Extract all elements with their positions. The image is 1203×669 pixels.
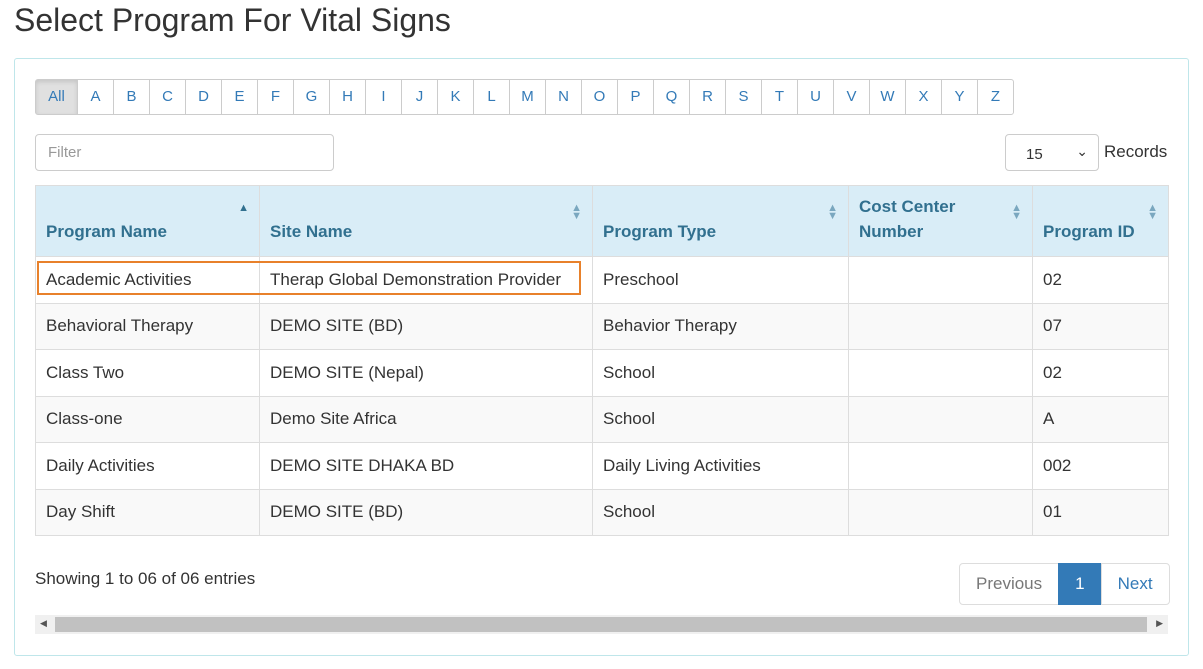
alpha-filter-y[interactable]: Y bbox=[941, 79, 978, 115]
table-row[interactable]: Class Two DEMO SITE (Nepal) School 02 bbox=[35, 349, 1169, 397]
table-row[interactable]: Day Shift DEMO SITE (BD) School 01 bbox=[35, 488, 1169, 536]
alpha-filter-b[interactable]: B bbox=[113, 79, 150, 115]
table-cell: Day Shift bbox=[35, 488, 260, 536]
column-header[interactable]: Program Name ▲ bbox=[35, 185, 260, 257]
alpha-filter-c[interactable]: C bbox=[149, 79, 186, 115]
alphabet-filter: All A B C D E F G H I J K L M N O P Q R S T U V W X Y Z bbox=[35, 79, 1014, 115]
sort-icon: ▲ ▼ bbox=[1011, 202, 1022, 222]
alpha-filter-e[interactable]: E bbox=[221, 79, 258, 115]
table-cell: DEMO SITE DHAKA BD bbox=[259, 442, 593, 490]
table-cell bbox=[848, 349, 1033, 397]
records-label: Records bbox=[1104, 142, 1168, 161]
alpha-filter-n[interactable]: N bbox=[545, 79, 582, 115]
table-cell: Preschool bbox=[592, 256, 849, 304]
table-cell: 07 bbox=[1032, 302, 1169, 350]
table-cell: Daily Activities bbox=[35, 442, 260, 490]
scrollbar-thumb[interactable] bbox=[55, 617, 1147, 632]
table-cell: 02 bbox=[1032, 349, 1169, 397]
table-cell: Behavioral Therapy bbox=[35, 302, 260, 350]
table-row[interactable]: Daily Activities DEMO SITE DHAKA BD Daily … bbox=[35, 442, 1169, 490]
horizontal-scrollbar[interactable]: ◀ ▶ bbox=[35, 615, 1168, 634]
alpha-filter-d[interactable]: D bbox=[185, 79, 222, 115]
alpha-filter-f[interactable]: F bbox=[257, 79, 294, 115]
alpha-filter-u[interactable]: U bbox=[797, 79, 834, 115]
alpha-filter-j[interactable]: J bbox=[401, 79, 438, 115]
table-cell bbox=[848, 488, 1033, 536]
table-cell: Class Two bbox=[35, 349, 260, 397]
table-cell: Demo Site Africa bbox=[259, 395, 593, 443]
alpha-filter-a[interactable]: A bbox=[77, 79, 114, 115]
alpha-filter-x[interactable]: X bbox=[905, 79, 942, 115]
scroll-left-icon[interactable]: ◀ bbox=[40, 618, 47, 629]
table-cell bbox=[848, 442, 1033, 490]
table-cell: DEMO SITE (BD) bbox=[259, 488, 593, 536]
column-label: Program Name bbox=[46, 222, 167, 241]
table-cell: School bbox=[592, 395, 849, 443]
sort-icon: ▲ ▼ bbox=[827, 202, 838, 222]
alpha-filter-t[interactable]: T bbox=[761, 79, 798, 115]
table-cell: 01 bbox=[1032, 488, 1169, 536]
next-button[interactable]: Next bbox=[1100, 563, 1170, 605]
column-header[interactable]: Program Type ▲ ▼ bbox=[592, 185, 849, 257]
entries-info: Showing 1 to 06 of 06 entries bbox=[35, 569, 256, 588]
table-cell: 02 bbox=[1032, 256, 1169, 304]
alpha-filter-p[interactable]: P bbox=[617, 79, 654, 115]
table-cell: Class-one bbox=[35, 395, 260, 443]
scroll-right-icon[interactable]: ▶ bbox=[1156, 618, 1163, 629]
alpha-filter-r[interactable]: R bbox=[689, 79, 726, 115]
records-value: 15 bbox=[1026, 146, 1043, 163]
table-cell: School bbox=[592, 349, 849, 397]
alpha-filter-s[interactable]: S bbox=[725, 79, 762, 115]
table-row[interactable]: Class-one Demo Site Africa School A bbox=[35, 395, 1169, 443]
table-cell: Behavior Therapy bbox=[592, 302, 849, 350]
pagination: Previous 1 Next bbox=[959, 563, 1170, 605]
table-cell: DEMO SITE (Nepal) bbox=[259, 349, 593, 397]
page-1-button[interactable]: 1 bbox=[1058, 563, 1102, 605]
table-cell: DEMO SITE (BD) bbox=[259, 302, 593, 350]
alpha-filter-g[interactable]: G bbox=[293, 79, 330, 115]
chevron-down-icon: ⌄ bbox=[1076, 143, 1088, 159]
table-cell bbox=[848, 302, 1033, 350]
column-header[interactable]: Site Name ▲ ▼ bbox=[259, 185, 593, 257]
table-cell: Daily Living Activities bbox=[592, 442, 849, 490]
table-cell: 002 bbox=[1032, 442, 1169, 490]
previous-button[interactable]: Previous bbox=[959, 563, 1060, 605]
table-cell: A bbox=[1032, 395, 1169, 443]
sort-asc-icon: ▲ bbox=[238, 202, 249, 214]
alpha-filter-z[interactable]: Z bbox=[977, 79, 1014, 115]
alpha-filter-o[interactable]: O bbox=[581, 79, 618, 115]
alpha-filter-q[interactable]: Q bbox=[653, 79, 690, 115]
records-select[interactable]: 15 ⌄ bbox=[1005, 134, 1099, 171]
filter-input[interactable] bbox=[35, 134, 334, 171]
column-label: Site Name bbox=[270, 222, 353, 241]
alpha-filter-w[interactable]: W bbox=[869, 79, 906, 115]
table-cell bbox=[848, 395, 1033, 443]
column-header[interactable]: Program ID ▲ ▼ bbox=[1032, 185, 1169, 257]
alpha-filter-v[interactable]: V bbox=[833, 79, 870, 115]
sort-icon: ▲ ▼ bbox=[1147, 202, 1158, 222]
table-cell bbox=[848, 256, 1033, 304]
alpha-filter-all[interactable]: All bbox=[35, 79, 78, 115]
alpha-filter-h[interactable]: H bbox=[329, 79, 366, 115]
alpha-filter-m[interactable]: M bbox=[509, 79, 546, 115]
page-title: Select Program For Vital Signs bbox=[14, 2, 451, 38]
column-label: Program Type bbox=[603, 222, 717, 241]
alpha-filter-l[interactable]: L bbox=[473, 79, 510, 115]
column-header[interactable]: Cost Center Number ▲ ▼ bbox=[848, 185, 1033, 257]
alpha-filter-i[interactable]: I bbox=[365, 79, 402, 115]
programs-table: Program Name ▲ Site Name ▲ ▼ Program Type ▲ ▼ Co… bbox=[35, 185, 1169, 536]
table-cell: School bbox=[592, 488, 849, 536]
table-row[interactable]: Behavioral Therapy DEMO SITE (BD) Behavior… bbox=[35, 302, 1169, 350]
column-label: Cost Center Number bbox=[859, 197, 956, 241]
column-label: Program ID bbox=[1043, 222, 1135, 241]
selected-row-highlight bbox=[37, 261, 581, 295]
sort-icon: ▲ ▼ bbox=[571, 202, 582, 222]
alpha-filter-k[interactable]: K bbox=[437, 79, 474, 115]
